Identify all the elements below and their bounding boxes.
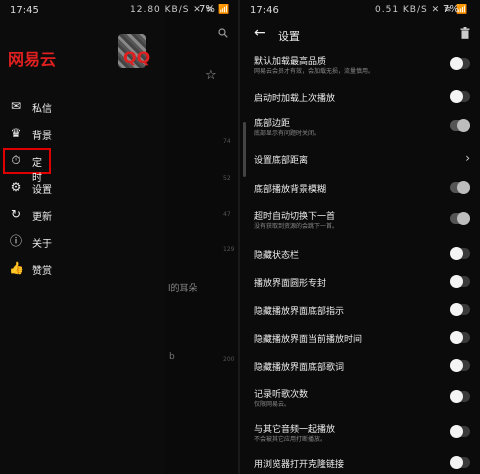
star-icon[interactable]: ☆ [205,68,217,83]
menu-item-label: 更新 [32,212,52,223]
menu-item[interactable]: ⚙ 设置 [0,176,165,200]
toggle-switch[interactable] [450,212,470,225]
menu-item[interactable]: ✉ 私信 [0,95,165,119]
app-label-qq: QQ [123,48,151,67]
status-bar: 17:45 12.80 KB/S ✕ ≋ 📶 7% [0,0,238,22]
shirt-icon: ♛ [10,126,22,140]
setting-title: 隐藏播放界面底部指示 [254,307,345,317]
setting-title: 底部播放背景模糊 [254,185,327,195]
left-screen: 17:45 12.80 KB/S ✕ ≋ 📶 7% 网易云 QQ ☆ ✉ 私信 ♛ 背… [0,0,238,474]
menu-item[interactable]: ⏱ 定时 [3,148,51,184]
search-icon[interactable] [218,28,228,38]
background-text: b [169,352,175,362]
back-arrow-icon[interactable]: ← [254,25,266,41]
status-time: 17:46 [250,5,279,16]
screenshot-root: 17:45 12.80 KB/S ✕ ≋ 📶 7% 网易云 QQ ☆ ✉ 私信 ♛ 背… [0,0,480,474]
setting-title: 启动时加载上次播放 [254,94,336,104]
axis-number: 52 [223,175,231,182]
dimmed-background[interactable] [165,0,238,474]
menu-item[interactable]: 👍 赞赏 [0,257,165,281]
scrollbar-thumb[interactable] [243,122,246,177]
setting-subtitle: 网易云会员才有效，会加载无损，流量慎用。 [254,68,375,75]
axis-number: 74 [223,138,231,145]
toggle-switch[interactable] [450,425,470,438]
settings-toolbar: ← 设置 [240,22,480,48]
toggle-switch[interactable] [450,275,470,288]
timer-icon: ⏱ [11,153,21,167]
axis-number: 200 [223,356,235,363]
info-icon: ⓘ [9,234,22,248]
refresh-icon: ↻ [10,207,22,221]
setting-subtitle: 没有获取到资源的会跳下一首。 [254,223,339,230]
setting-subtitle: 底部显示有问题时关闭。 [254,130,321,137]
status-icons: 12.80 KB/S ✕ ≋ 📶 [130,5,231,15]
mail-icon: ✉ [10,99,22,113]
toggle-switch[interactable] [450,390,470,403]
menu-item-label: 赞赏 [32,266,52,277]
thumbs-up-icon: 👍 [9,261,24,275]
setting-title: 播放界面圆形专封 [254,279,327,289]
menu-item-label: 关于 [32,239,52,250]
setting-title: 隐藏播放界面底部歌词 [254,363,345,373]
setting-subtitle: 不会被其它应用打断播放。 [254,436,327,443]
page-title: 设置 [278,30,300,43]
background-song-text: l的耳朵 [168,284,198,294]
toggle-switch[interactable] [450,119,470,132]
menu-item[interactable]: ↻ 更新 [0,203,165,227]
gear-icon: ⚙ [10,180,22,194]
chevron-right-icon[interactable]: › [465,151,470,165]
status-time: 17:45 [10,5,39,16]
toggle-switch[interactable] [450,456,470,469]
menu-item-label: 私信 [32,104,52,115]
battery-level: 7% [443,4,459,15]
app-label-netease: 网易云 [8,50,57,69]
toggle-switch[interactable] [450,247,470,260]
toggle-switch[interactable] [450,359,470,372]
setting-title: 用浏览器打开克隆链接 [254,460,345,470]
settings-screen: 17:46 0.51 KB/S ✕ ≋ 📶 7% ← 设置 默认加载最高品质 网易… [240,0,480,474]
menu-item[interactable]: ⓘ 关于 [0,230,165,254]
menu-item-label: 设置 [32,185,52,196]
axis-number: 47 [223,211,231,218]
setting-title: 隐藏播放界面当前播放时间 [254,335,363,345]
axis-number: 129 [223,246,235,253]
setting-title: 隐藏状态栏 [254,251,300,261]
setting-title: 设置底部距离 [254,156,309,166]
trash-icon[interactable] [460,27,470,39]
setting-subtitle: 仅限网易云。 [254,401,291,408]
toggle-switch[interactable] [450,181,470,194]
menu-item-label: 背景 [32,131,52,142]
toggle-switch[interactable] [450,331,470,344]
menu-item[interactable]: ♛ 背景 [0,122,165,146]
status-bar: 17:46 0.51 KB/S ✕ ≋ 📶 7% [240,0,480,22]
toggle-switch[interactable] [450,57,470,70]
toggle-switch[interactable] [450,90,470,103]
battery-level: 7% [199,4,215,15]
toggle-switch[interactable] [450,303,470,316]
